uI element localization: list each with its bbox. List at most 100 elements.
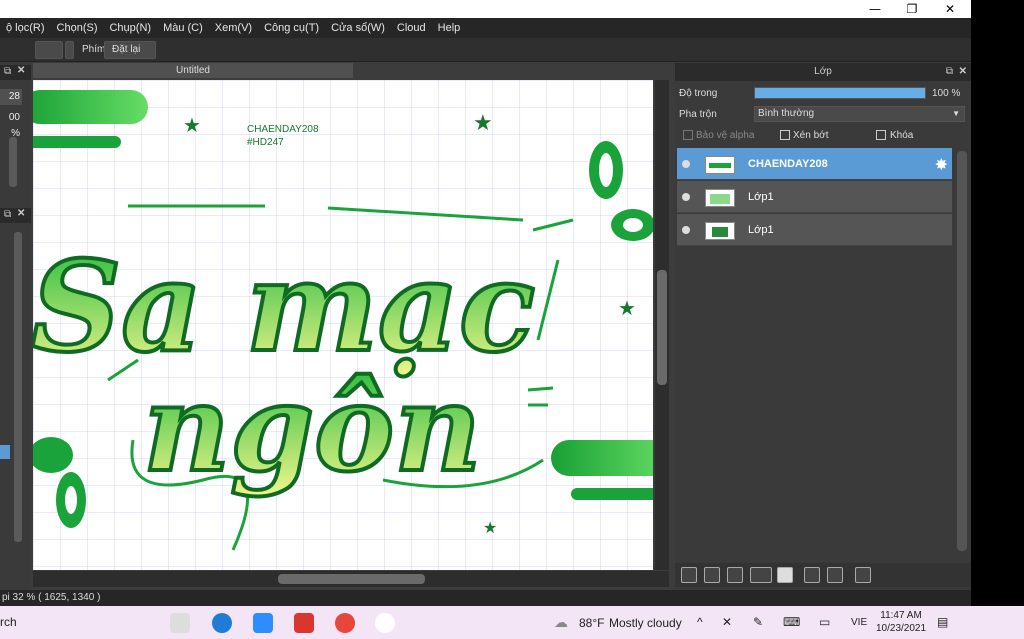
- weather-icon: ☁: [554, 614, 568, 630]
- layers-scrollbar[interactable]: [957, 151, 967, 551]
- clock-date: 10/23/2021: [876, 623, 927, 634]
- menu-window[interactable]: Cửa sổ(W): [325, 22, 391, 34]
- chevron-down-icon: ▼: [952, 109, 960, 118]
- close-icon[interactable]: ✕: [17, 208, 25, 219]
- pen-icon[interactable]: ✎: [753, 615, 763, 629]
- caption-tag: #HD247: [247, 137, 284, 148]
- folder-icon[interactable]: [777, 567, 793, 583]
- volume-muted-icon[interactable]: ✕: [722, 615, 732, 629]
- close-icon[interactable]: ✕: [959, 63, 967, 81]
- popout-icon[interactable]: ⧉: [4, 209, 11, 220]
- notification-icon[interactable]: ▤: [937, 615, 948, 629]
- blend-mode-select[interactable]: Bình thường ▼: [754, 106, 965, 122]
- popout-icon[interactable]: ⧉: [946, 63, 953, 81]
- left-panel-header: ⧉ ✕: [0, 65, 31, 80]
- weather-temp[interactable]: 88°F: [579, 616, 604, 630]
- canvas-vertical-scrollbar[interactable]: [655, 80, 669, 570]
- protect-alpha-label: Bảo vệ alpha: [696, 130, 755, 141]
- layer-name: CHAENDAY208: [748, 158, 828, 170]
- popout-icon[interactable]: ⧉: [4, 66, 11, 77]
- layers-panel-header: Lớp ⧉ ✕: [675, 63, 971, 81]
- language-indicator[interactable]: VIE: [851, 617, 867, 628]
- menu-filter[interactable]: ộ lọc(R): [0, 22, 51, 34]
- clock-time: 11:47 AM: [880, 610, 922, 621]
- lock-checkbox[interactable]: [876, 130, 886, 140]
- layer-tools: [675, 563, 971, 587]
- layer-name: Lớp1: [748, 191, 774, 203]
- svg-text:★: ★: [473, 111, 493, 136]
- close-icon[interactable]: ✕: [17, 65, 25, 76]
- taskbar: rch ☁ 88°F Mostly cloudy ^ ✕ ✎ ⌨ ▭ VIE 1…: [0, 606, 1024, 639]
- opacity-label: Độ trong: [679, 88, 718, 99]
- left-panel: ⧉ ✕ 28 00 % ⧉ ✕: [0, 62, 31, 602]
- layer-thumbnail: [705, 156, 735, 174]
- menu-select[interactable]: Chọn(S): [51, 22, 104, 34]
- paint-app-window: — ❐ ✕ ộ lọc(R) Chọn(S) Chụp(N) Màu (C) X…: [0, 0, 971, 606]
- opacity-slider[interactable]: [754, 87, 926, 99]
- title-bar: — ❐ ✕: [0, 0, 971, 18]
- maximize-button[interactable]: ❐: [892, 0, 932, 18]
- new-layer-icon[interactable]: [681, 567, 697, 583]
- task-view-icon[interactable]: [170, 613, 190, 633]
- layers-panel-title: Lớp: [814, 66, 832, 77]
- svg-text:★: ★: [483, 518, 497, 537]
- canvas-horizontal-scrollbar[interactable]: [33, 571, 669, 587]
- edge-icon[interactable]: [212, 613, 232, 633]
- reset-button[interactable]: Đặt lại: [104, 41, 156, 59]
- chrome-icon[interactable]: [335, 613, 355, 633]
- lock-label: Khóa: [890, 130, 914, 141]
- tool-size-stepper[interactable]: [65, 41, 74, 59]
- left-scrollbar-2[interactable]: [14, 232, 22, 542]
- weather-text[interactable]: Mostly cloudy: [609, 616, 682, 630]
- drawing-canvas[interactable]: ★ ★ ★ ★ CHAENDAY208 #HD247 Sa mạc ngôn: [33, 80, 653, 570]
- left-scrollbar[interactable]: [9, 137, 17, 187]
- canvas-tab[interactable]: Untitled: [33, 63, 353, 78]
- wps-icon[interactable]: [294, 613, 314, 633]
- gear-icon[interactable]: ✸: [935, 155, 948, 175]
- menu-color[interactable]: Màu (C): [157, 22, 209, 34]
- paint-app-icon[interactable]: [375, 613, 395, 633]
- merge-layer-icon[interactable]: [827, 567, 843, 583]
- canvas-vertical-thumb[interactable]: [657, 270, 667, 385]
- new-halftone-layer-icon[interactable]: [704, 567, 720, 583]
- selected-brush-indicator[interactable]: [0, 445, 10, 459]
- brush-size-field[interactable]: 28: [0, 89, 22, 105]
- canvas-horizontal-thumb[interactable]: [278, 574, 425, 584]
- delete-layer-icon[interactable]: [855, 567, 871, 583]
- keyboard-icon[interactable]: ⌨: [783, 615, 800, 629]
- protect-alpha-checkbox[interactable]: [683, 130, 693, 140]
- caption-name: CHAENDAY208: [247, 124, 319, 135]
- toolbar: Phím Đặt lại: [0, 38, 971, 62]
- menu-capture[interactable]: Chụp(N): [103, 22, 157, 34]
- screen-edge: [971, 0, 1024, 606]
- menu-view[interactable]: Xem(V): [209, 22, 258, 34]
- visibility-icon[interactable]: [682, 160, 690, 168]
- zoom-status: pi 32 % ( 1625, 1340 ): [2, 592, 101, 603]
- layer-row[interactable]: Lớp1: [677, 214, 952, 246]
- opacity-value: 100 %: [932, 88, 961, 99]
- add-layer-dropdown-icon[interactable]: [750, 567, 772, 583]
- duplicate-layer-icon[interactable]: [804, 567, 820, 583]
- visibility-icon[interactable]: [682, 226, 690, 234]
- close-button[interactable]: ✕: [930, 0, 970, 18]
- menu-help[interactable]: Help: [432, 22, 467, 34]
- zoom-icon[interactable]: [253, 613, 273, 633]
- tool-size-box[interactable]: [35, 41, 63, 59]
- menu-tools[interactable]: Công cụ(T): [258, 22, 325, 34]
- menu-cloud[interactable]: Cloud: [391, 22, 432, 34]
- display-icon[interactable]: ▭: [819, 615, 830, 629]
- new-8bit-layer-icon[interactable]: [727, 567, 743, 583]
- clip-checkbox[interactable]: [780, 130, 790, 140]
- minimize-button[interactable]: —: [855, 0, 895, 18]
- chevron-up-icon[interactable]: ^: [697, 615, 703, 629]
- layer-name: Lớp1: [748, 224, 774, 236]
- visibility-icon[interactable]: [682, 193, 690, 201]
- layer-row[interactable]: Lớp1: [677, 181, 952, 213]
- layer-row[interactable]: CHAENDAY208 ✸: [677, 148, 952, 180]
- opacity-slider-fill: [755, 88, 925, 98]
- clock[interactable]: 11:47 AM 10/23/2021: [876, 609, 926, 635]
- search-box[interactable]: rch: [0, 615, 17, 629]
- menu-bar: ộ lọc(R) Chọn(S) Chụp(N) Màu (C) Xem(V) …: [0, 18, 971, 38]
- brush-opacity-field[interactable]: 00 %: [0, 110, 22, 139]
- decor-bar: [33, 90, 148, 124]
